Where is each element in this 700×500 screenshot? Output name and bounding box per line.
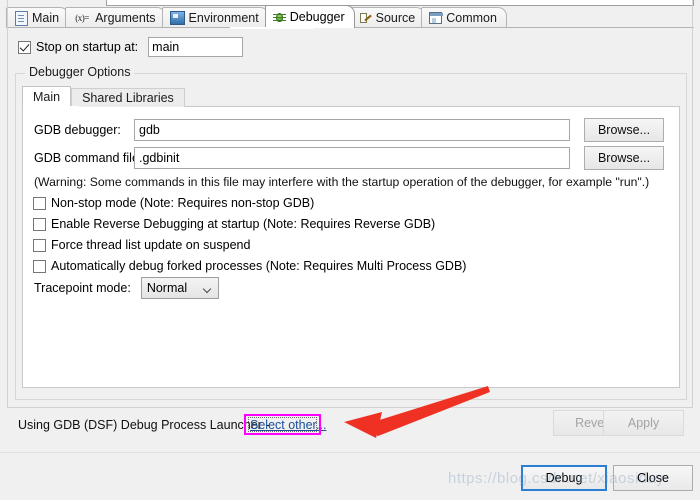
auto-debug-forked-processes-checkbox[interactable]: [33, 259, 46, 273]
inner-tab-shared-libraries[interactable]: Shared Libraries: [71, 88, 185, 107]
dialog-bottom-separator: [0, 452, 700, 453]
debug-button[interactable]: Debug: [521, 465, 607, 491]
option-label: Automatically debug forked processes (No…: [51, 259, 467, 273]
tab-environment[interactable]: Environment: [161, 7, 269, 28]
select-other-annotation-box: [244, 414, 321, 435]
inner-tab-main[interactable]: Main: [22, 86, 72, 107]
stop-on-startup-row: Stop on startup at: main: [18, 37, 244, 57]
configuration-tab-strip: Main (x)= Arguments Environment Debugger…: [6, 5, 694, 28]
gdb-debugger-row: GDB debugger: gdb: [34, 119, 570, 141]
option-auto-debug-forked-processes[interactable]: Automatically debug forked processes (No…: [33, 257, 466, 275]
non-stop-mode-checkbox[interactable]: [33, 196, 46, 210]
force-thread-list-update-checkbox[interactable]: [33, 238, 46, 252]
gdb-debugger-browse-button[interactable]: Browse...: [584, 118, 664, 142]
debugger-options-tab-strip: Main Shared Libraries: [22, 86, 185, 107]
inner-tab-label: Shared Libraries: [82, 91, 174, 105]
option-non-stop-mode[interactable]: Non-stop mode (Note: Requires non-stop G…: [33, 194, 314, 212]
gdb-command-file-browse-button[interactable]: Browse...: [584, 146, 664, 170]
bug-icon: [272, 11, 286, 24]
close-button[interactable]: Close: [613, 465, 693, 491]
tracepoint-mode-label: Tracepoint mode:: [34, 281, 131, 295]
reverse-debugging-checkbox[interactable]: [33, 217, 46, 231]
footer-separator: [7, 407, 693, 408]
option-label: Enable Reverse Debugging at startup (Not…: [51, 217, 436, 231]
dialog-left-border: [7, 0, 8, 408]
tracepoint-mode-row: Tracepoint mode: Normal: [34, 277, 219, 299]
environment-icon: [169, 11, 185, 25]
tab-source[interactable]: Source: [350, 7, 426, 28]
tab-strip-underline-gap: [230, 27, 314, 29]
option-reverse-debugging[interactable]: Enable Reverse Debugging at startup (Not…: [33, 215, 435, 233]
tab-label: Debugger: [289, 9, 345, 24]
common-icon: [429, 12, 444, 24]
option-label: Non-stop mode (Note: Requires non-stop G…: [51, 196, 315, 210]
launcher-status-text: Using GDB (DSF) Debug Process Launcher -: [18, 418, 270, 432]
inner-tab-panel-seam: [23, 106, 79, 107]
stop-on-startup-checkbox[interactable]: [18, 40, 31, 54]
stop-on-startup-input[interactable]: main: [148, 37, 244, 57]
chevron-down-icon: [204, 286, 211, 290]
tracepoint-mode-value: Normal: [146, 281, 188, 295]
stop-on-startup-label: Stop on startup at:: [36, 40, 139, 54]
tab-label: Source: [375, 10, 416, 25]
tab-label: Common: [446, 10, 497, 25]
tab-main[interactable]: Main: [6, 7, 70, 28]
tab-arguments[interactable]: (x)= Arguments: [65, 7, 166, 28]
gdb-command-file-row: GDB command file: .gdbinit: [34, 147, 570, 169]
option-force-thread-list-update[interactable]: Force thread list update on suspend: [33, 236, 250, 254]
arguments-icon: (x)=: [75, 13, 89, 23]
option-label: Force thread list update on suspend: [51, 238, 251, 252]
document-icon: [15, 10, 28, 26]
gdb-command-file-warning: (Warning: Some commands in this file may…: [34, 175, 650, 189]
apply-button[interactable]: Apply: [603, 410, 684, 436]
tab-label: Main: [32, 10, 60, 25]
dialog-right-border: [692, 0, 693, 408]
gdb-debugger-input[interactable]: gdb: [134, 119, 570, 141]
tab-label: Arguments: [95, 10, 156, 25]
debugger-options-group-title: Debugger Options: [25, 65, 135, 79]
source-icon: [359, 12, 372, 25]
debug-configuration-dialog: Main (x)= Arguments Environment Debugger…: [0, 0, 700, 500]
gdb-command-file-label: GDB command file:: [34, 151, 143, 165]
tab-common[interactable]: Common: [421, 7, 507, 28]
tab-debugger[interactable]: Debugger: [264, 5, 355, 28]
inner-tab-label: Main: [33, 90, 61, 104]
gdb-command-file-input[interactable]: .gdbinit: [134, 147, 570, 169]
gdb-debugger-label: GDB debugger:: [34, 123, 121, 137]
tracepoint-mode-select[interactable]: Normal: [140, 277, 219, 299]
tab-label: Environment: [188, 10, 259, 25]
